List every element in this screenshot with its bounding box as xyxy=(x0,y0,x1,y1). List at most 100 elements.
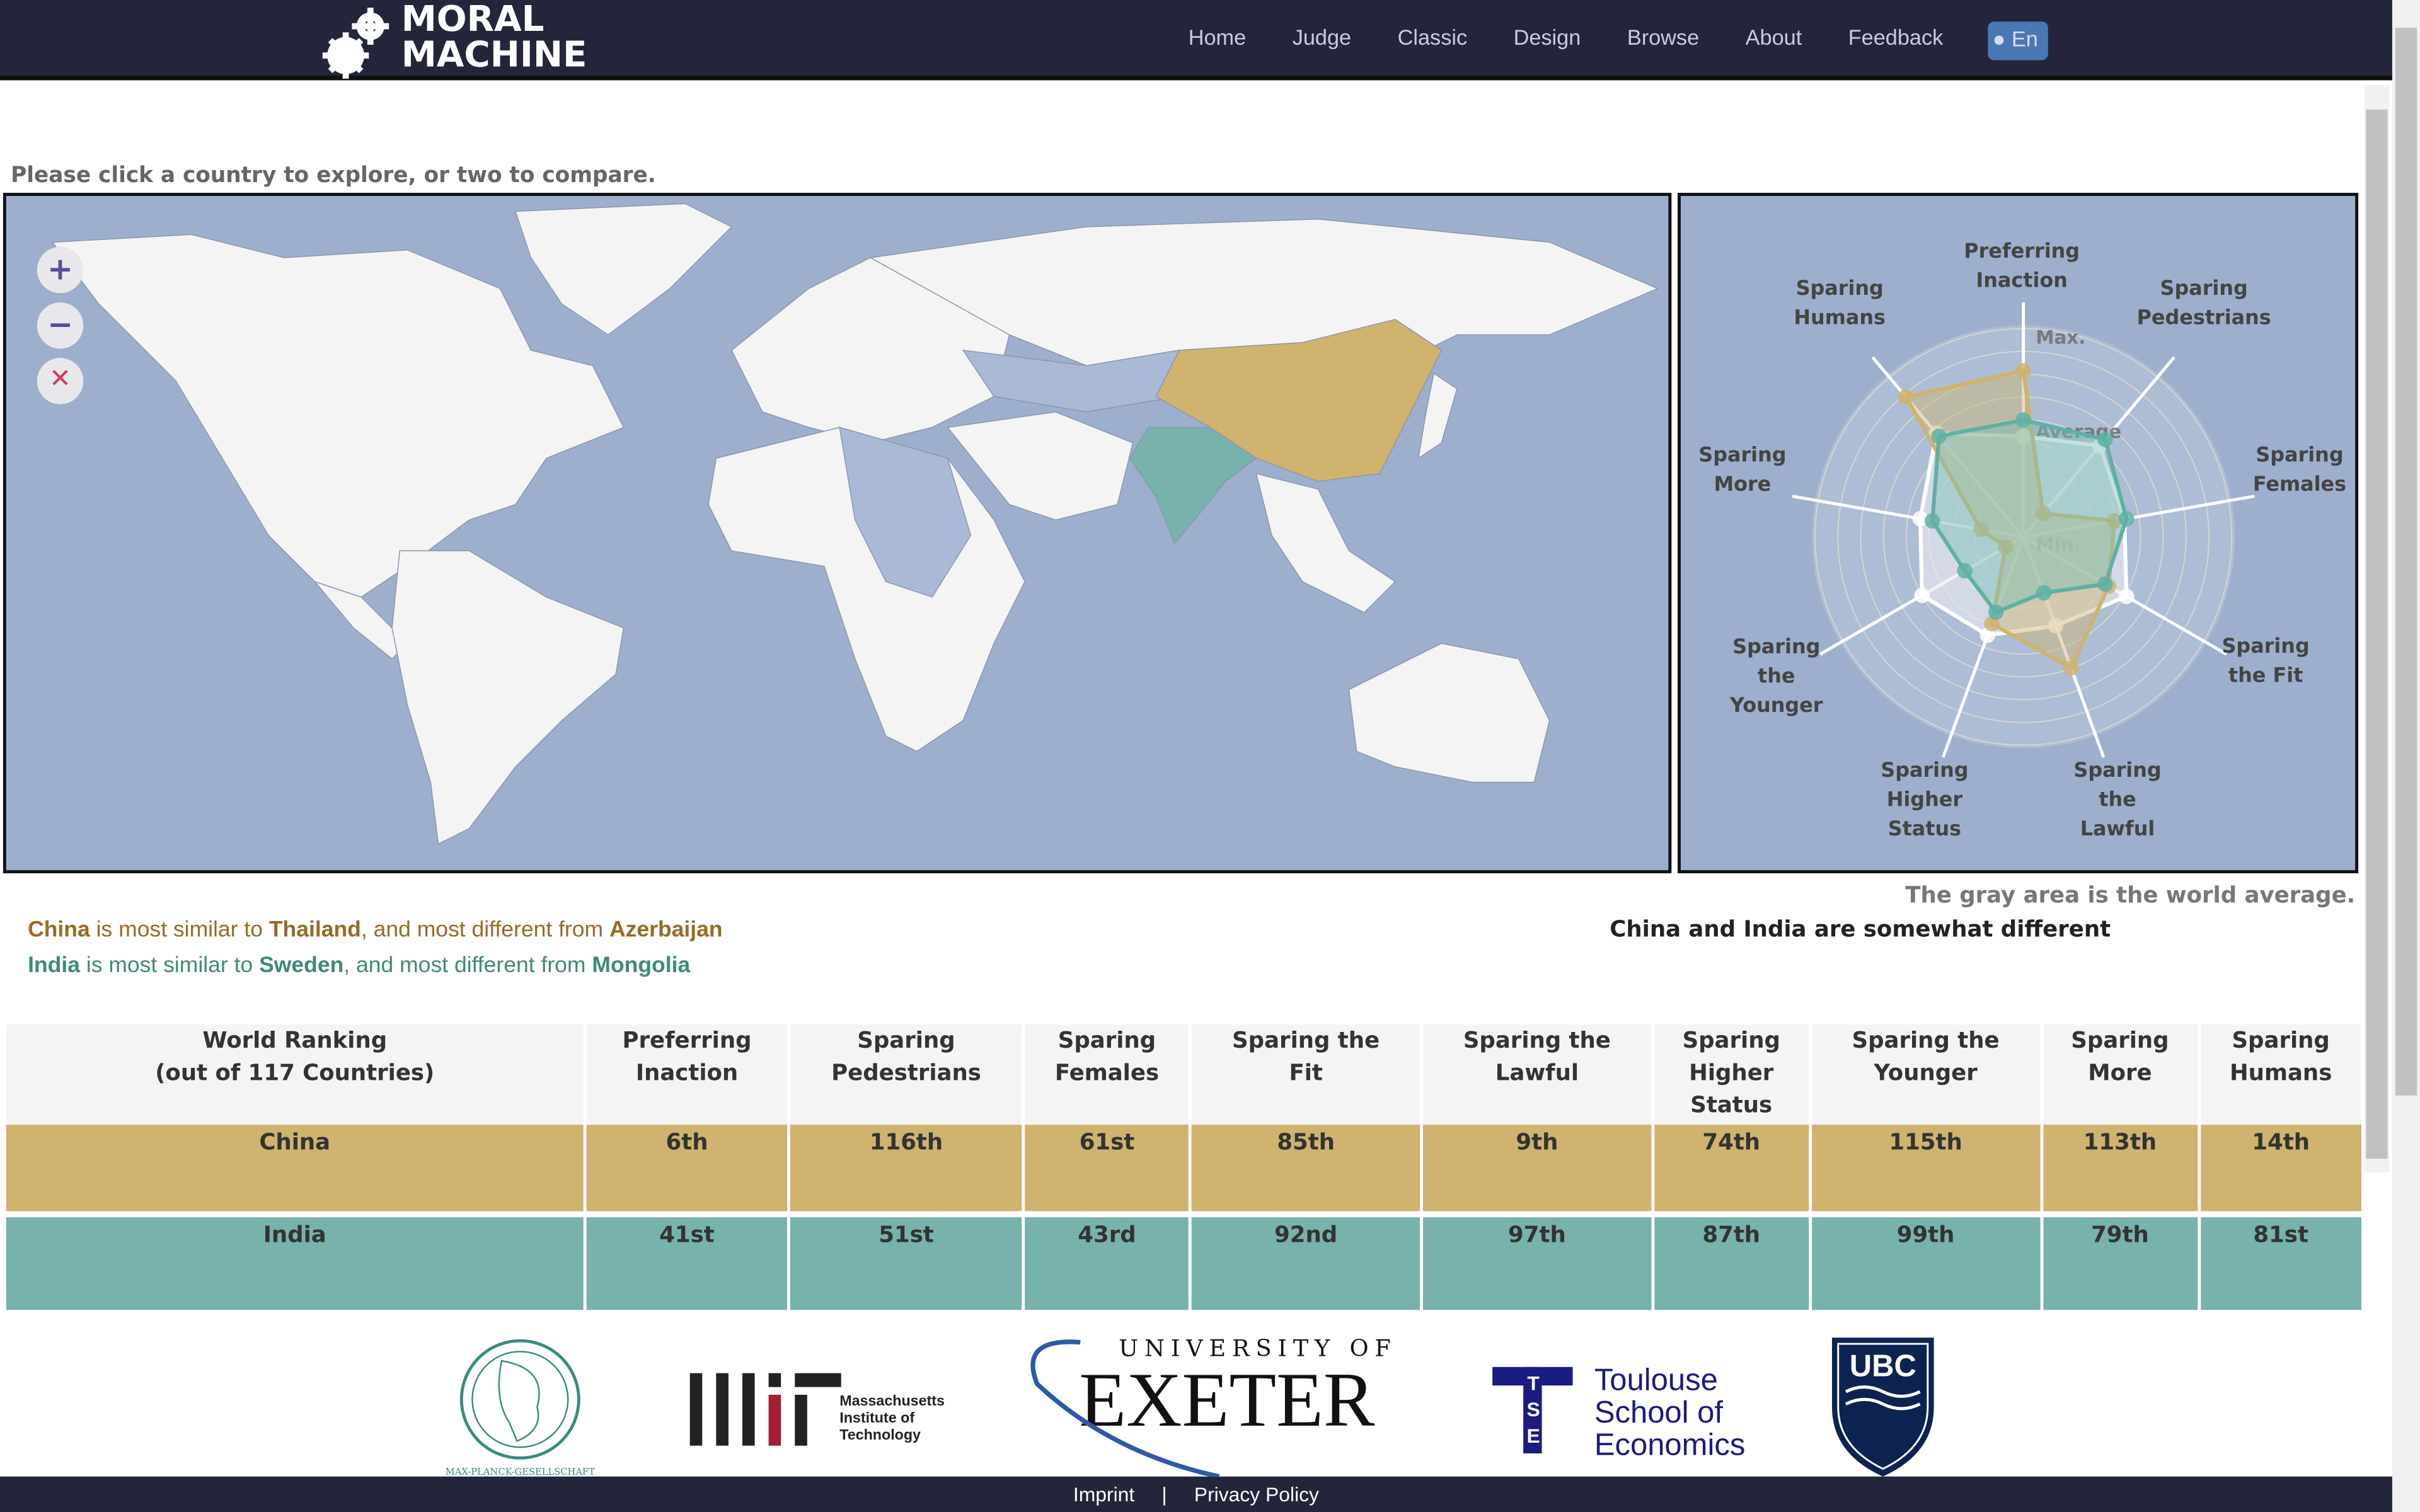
gear-logo-icon xyxy=(322,8,389,79)
rank-cell: 9th xyxy=(1422,1125,1651,1218)
tse-text-1: Toulouse xyxy=(1594,1363,1718,1397)
radar-point xyxy=(2063,660,2079,676)
comparison-text: China and India are somewhat different xyxy=(1610,918,2111,943)
table-row[interactable]: China 6th 116th 61st 85th 9th 74th 115th 113th 14… xyxy=(6,1125,2361,1218)
similarity-india: India is most similar to Sweden, and mos… xyxy=(28,953,690,978)
country-australia[interactable] xyxy=(1348,643,1550,783)
logo-line-2: MACHINE xyxy=(401,35,587,76)
axis-label-lawful: Sparing the Lawful xyxy=(2073,760,2162,842)
radar-point xyxy=(2015,412,2031,428)
mit-logo[interactable]: Massachusetts Institute of Technology xyxy=(689,1373,945,1446)
globe-icon: ● xyxy=(1992,26,2006,51)
column-header: Sparing Humans xyxy=(2200,1024,2361,1125)
column-header: Sparing the Lawful xyxy=(1422,1024,1651,1125)
ranking-table: World Ranking (out of 117 Countries) Pref… xyxy=(3,1024,2365,1310)
rank-cell: 97th xyxy=(1422,1217,1651,1310)
country-greenland[interactable] xyxy=(514,203,733,336)
text: is most similar to xyxy=(79,953,260,978)
nav-about[interactable]: About xyxy=(1746,25,1802,49)
language-button[interactable]: ● En xyxy=(1988,21,2048,60)
text: , and most different from xyxy=(343,953,592,978)
content-scrollbar-thumb[interactable] xyxy=(2366,109,2388,1159)
radar-point xyxy=(2118,588,2135,604)
country-north-america[interactable] xyxy=(51,234,625,598)
max-planck-logo[interactable]: MAX-PLANCK-GESELLSCHAFT xyxy=(446,1339,595,1477)
rank-cell: 81st xyxy=(2200,1217,2361,1310)
nav-links: Home Judge Classic Design Browse About F… xyxy=(1165,25,1966,49)
mit-text-3: Technology xyxy=(839,1426,921,1443)
page-scrollbar-thumb[interactable] xyxy=(2395,28,2417,1096)
tse-text-2: School of xyxy=(1594,1395,1724,1429)
radar-point xyxy=(1988,604,2004,620)
radar-chart: Max.AverageMin. Preferring Inaction Spar… xyxy=(1678,193,2359,874)
mit-text-2: Institute of xyxy=(839,1409,914,1426)
column-header: Sparing Females xyxy=(1025,1024,1189,1125)
footer: Imprint | Privacy Policy xyxy=(0,1476,2392,1512)
nav-home[interactable]: Home xyxy=(1189,25,1246,49)
similar-country: Sweden xyxy=(259,953,344,978)
reset-button[interactable]: ✕ xyxy=(37,358,84,404)
similarity-china: China is most similar to Thailand, and m… xyxy=(28,918,723,942)
navbar: MORAL MACHINE Home Judge Classic Design B… xyxy=(0,0,2392,81)
logo-line-1: MORAL xyxy=(401,0,544,40)
country-cell: China xyxy=(6,1125,584,1218)
content-scrollbar[interactable] xyxy=(2364,84,2390,1173)
radar-point xyxy=(2118,511,2135,527)
zoom-in-button[interactable]: + xyxy=(37,246,84,294)
column-header: Preferring Inaction xyxy=(586,1024,788,1125)
rank-cell: 74th xyxy=(1654,1125,1809,1218)
footer-separator: | xyxy=(1161,1482,1167,1506)
column-header: Sparing the Fit xyxy=(1192,1024,1420,1125)
country-southeast-asia[interactable] xyxy=(1255,472,1397,614)
axis-label-humans: Sparing Humans xyxy=(1794,277,1886,331)
rank-cell: 6th xyxy=(586,1125,788,1218)
tse-text-3: Economics xyxy=(1594,1428,1746,1462)
radar-point xyxy=(1925,513,1940,529)
page-scrollbar[interactable] xyxy=(2392,0,2420,1512)
axis-label-younger: Sparing the Younger xyxy=(1730,636,1823,719)
nav-design[interactable]: Design xyxy=(1514,25,1581,49)
radar-point xyxy=(1914,587,1930,604)
world-map[interactable]: + − ✕ xyxy=(3,193,1672,874)
country-name: China xyxy=(28,918,90,943)
nav-classic[interactable]: Classic xyxy=(1398,25,1468,49)
nav-browse[interactable]: Browse xyxy=(1627,25,1699,49)
axis-label-fit: Sparing the Fit xyxy=(2221,635,2310,689)
radar-point xyxy=(2097,432,2113,447)
rank-cell: 79th xyxy=(2043,1217,2198,1310)
zoom-out-button[interactable]: − xyxy=(37,302,84,349)
column-header: World Ranking (out of 117 Countries) xyxy=(6,1024,584,1125)
mit-text-1: Massachusetts xyxy=(839,1392,945,1409)
axis-label-females: Sparing Females xyxy=(2252,444,2347,497)
ubc-text: UBC xyxy=(1850,1349,1916,1383)
radar-point xyxy=(1898,389,1914,405)
radar-point xyxy=(2097,576,2113,592)
exeter-logo[interactable]: UNIVERSITY OF EXETER xyxy=(1030,1335,1397,1479)
column-header: Sparing the Younger xyxy=(1811,1024,2040,1125)
different-country: Mongolia xyxy=(592,953,691,978)
nav-feedback[interactable]: Feedback xyxy=(1848,25,1944,49)
country-south-america[interactable] xyxy=(391,550,625,845)
country-cell: India xyxy=(6,1217,584,1310)
table-row[interactable]: India 41st 51st 43rd 92nd 97th 87th 99th 79th 81s… xyxy=(6,1217,2361,1310)
ubc-logo[interactable]: UBC xyxy=(1831,1337,1934,1477)
privacy-link[interactable]: Privacy Policy xyxy=(1194,1482,1319,1506)
radar-note: The gray area is the world average. xyxy=(1905,884,2356,909)
partner-logos: MAX-PLANCK-GESELLSCHAFT Massachusetts In… xyxy=(0,1315,2365,1479)
imprint-link[interactable]: Imprint xyxy=(1073,1482,1134,1506)
column-header: Sparing Higher Status xyxy=(1654,1024,1809,1125)
language-label: En xyxy=(2011,26,2038,51)
radar-point xyxy=(1957,563,1973,579)
nav-judge[interactable]: Judge xyxy=(1293,25,1351,49)
rank-cell: 61st xyxy=(1025,1125,1189,1218)
partner-logos-svg: MAX-PLANCK-GESELLSCHAFT Massachusetts In… xyxy=(446,1335,1934,1479)
rank-cell: 99th xyxy=(1811,1217,2040,1310)
page: MORAL MACHINE Home Judge Classic Design B… xyxy=(0,0,2420,1512)
country-japan[interactable] xyxy=(1417,372,1458,459)
rank-cell: 41st xyxy=(586,1217,788,1310)
rank-cell: 85th xyxy=(1192,1125,1420,1218)
axis-label-inaction: Preferring Inaction xyxy=(1964,241,2080,294)
exeter-text: EXETER xyxy=(1079,1358,1375,1443)
rank-cell: 51st xyxy=(790,1217,1022,1310)
rank-cell: 87th xyxy=(1654,1217,1809,1310)
